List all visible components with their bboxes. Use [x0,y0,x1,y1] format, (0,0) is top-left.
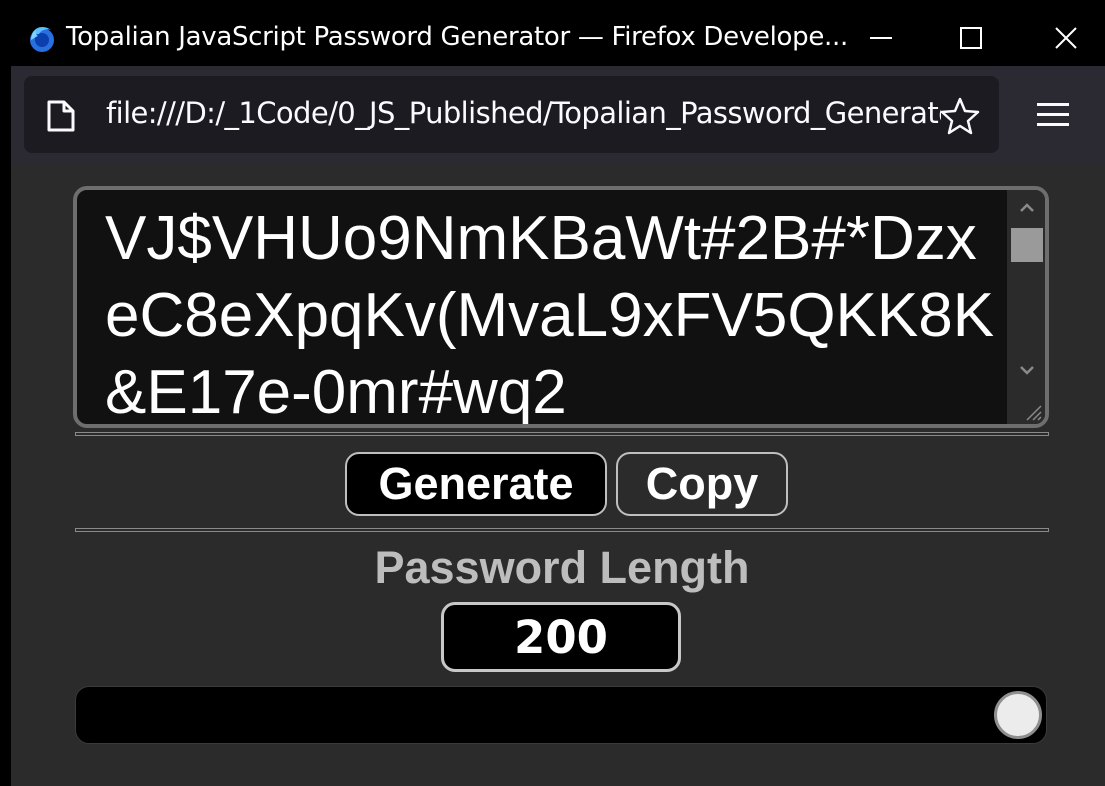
star-icon[interactable] [940,96,980,136]
scrollbar-thumb[interactable] [1011,228,1043,262]
password-length-input[interactable] [441,602,681,672]
hamburger-icon[interactable] [1037,101,1069,127]
minimize-icon [870,37,892,39]
password-length-label: Password Length [374,542,750,593]
copy-button[interactable]: Copy [616,452,788,516]
password-text[interactable]: VJ$VHUo9NmKBaWt#2B#*DzxeC8eXpqKv(MvaL9xF… [105,200,995,424]
window-title: Topalian JavaScript Password Generator —… [66,22,848,52]
page-icon [47,100,75,132]
slider-thumb[interactable] [994,691,1042,739]
page-content: VJ$VHUo9NmKBaWt#2B#*DzxeC8eXpqKv(MvaL9xF… [11,164,1105,786]
chevron-down-icon[interactable] [1017,360,1037,380]
firefox-icon [30,26,54,52]
password-length-slider[interactable] [75,686,1047,744]
url-bar[interactable]: file:///D:/_1Code/0_JS_Published/Topalia… [24,76,999,153]
browser-window: Topalian JavaScript Password Generator —… [11,0,1105,786]
maximize-button[interactable] [941,18,1001,58]
minimize-button[interactable] [851,18,911,58]
password-textarea[interactable]: VJ$VHUo9NmKBaWt#2B#*DzxeC8eXpqKv(MvaL9xF… [73,186,1049,428]
title-bar: Topalian JavaScript Password Generator —… [11,0,1105,70]
resize-grip-icon[interactable] [1021,400,1043,422]
close-button[interactable] [1036,18,1096,58]
maximize-icon [960,27,982,49]
url-text[interactable]: file:///D:/_1Code/0_JS_Published/Topalia… [106,96,941,130]
divider [75,432,1049,436]
navigation-bar: file:///D:/_1Code/0_JS_Published/Topalia… [11,66,1105,164]
close-icon [1055,27,1077,49]
generate-button[interactable]: Generate [345,452,607,516]
chevron-up-icon[interactable] [1017,198,1037,218]
divider [75,528,1049,532]
textarea-scrollbar[interactable] [1007,190,1045,424]
